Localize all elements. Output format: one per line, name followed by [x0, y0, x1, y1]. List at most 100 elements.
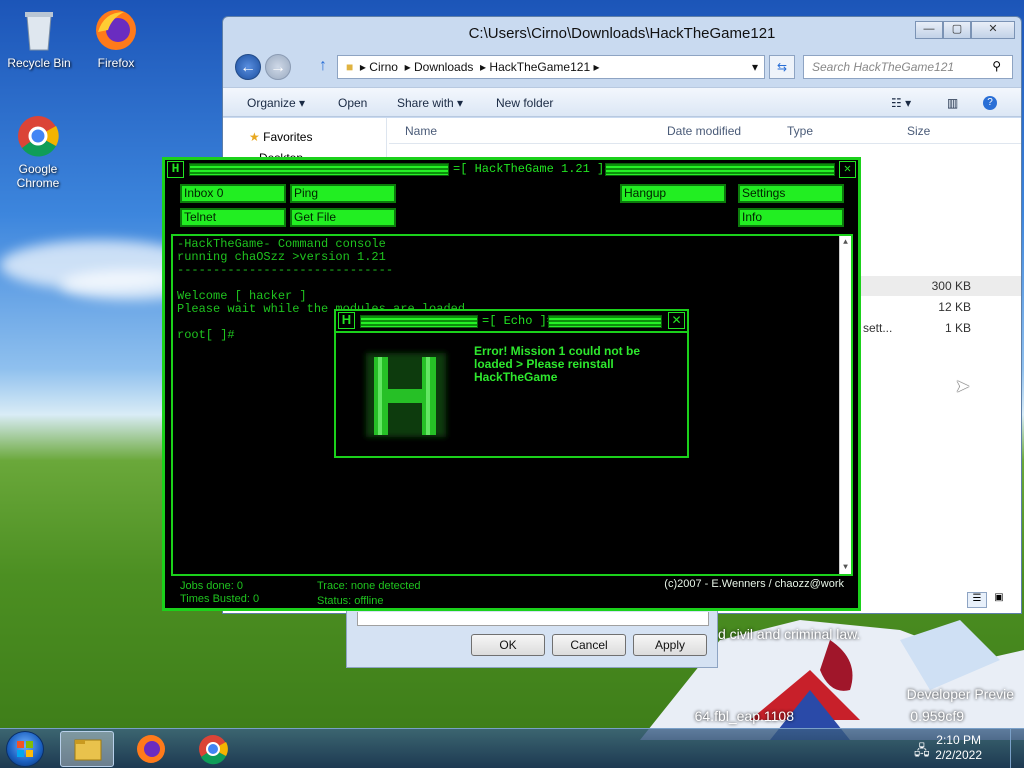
properties-field [357, 612, 709, 626]
hackthegame-logo-icon [366, 353, 446, 437]
file-size: 1 KB [944, 321, 971, 335]
inbox-button[interactable]: Inbox 0 [180, 184, 286, 203]
open-button[interactable]: Open [338, 96, 367, 110]
column-headers: Name Date modified Type Size [389, 118, 1021, 144]
close-button[interactable]: ✕ [971, 21, 1015, 39]
connection-status: Status: offline [317, 595, 384, 607]
hangup-button[interactable]: Hangup [620, 184, 726, 203]
watermark-line: 64.fbl_eap.1108 [694, 708, 794, 724]
large-icons-view-icon[interactable]: ▣ [989, 592, 1009, 608]
minimize-button[interactable]: — [915, 21, 943, 39]
scroll-down-icon[interactable]: ▼ [840, 563, 851, 572]
clock-time: 2:10 PM [936, 733, 981, 747]
refresh-button[interactable]: ⇆ [769, 55, 795, 79]
desktop-icon-firefox[interactable]: Firefox [78, 8, 154, 70]
explorer-toolbar: Organize ▾ Open Share with ▾ New folder … [223, 87, 1021, 117]
echo-title: =[ Echo ]= [478, 313, 559, 329]
organize-button[interactable]: Organize ▾ [247, 96, 305, 110]
taskbar-chrome[interactable] [186, 731, 240, 767]
htg-close-icon[interactable]: ✕ [839, 161, 856, 178]
maximize-button[interactable]: ▢ [943, 21, 971, 39]
trace-status: Trace: none detected [317, 580, 421, 592]
breadcrumb-item[interactable]: Cirno [369, 60, 398, 74]
file-size: 12 KB [938, 300, 971, 314]
properties-dialog: OK Cancel Apply [346, 608, 718, 668]
htg-title: =[ HackTheGame 1.21 ]= [449, 161, 616, 177]
echo-titlebar[interactable]: H =[ Echo ]= ✕ [336, 311, 687, 333]
explorer-title: C:\Users\Cirno\Downloads\HackTheGame121 [468, 25, 776, 42]
breadcrumb-item[interactable]: Downloads [414, 60, 473, 74]
column-name[interactable]: Name [405, 124, 437, 138]
htg-titlebar[interactable]: H =[ HackTheGame 1.21 ]= ✕ [165, 160, 858, 179]
console-line: ------------------------------ [177, 263, 394, 277]
console-line: -HackTheGame- Command console [177, 237, 386, 251]
address-bar[interactable]: ■ ▸ Cirno ▸ Downloads ▸ HackTheGame121 ▸… [337, 55, 765, 79]
system-clock[interactable]: 2:10 PM 2/2/2022 [935, 733, 982, 763]
column-size[interactable]: Size [907, 124, 930, 138]
view-options-icon[interactable]: ☷ ▾ [891, 96, 911, 110]
console-line: Welcome [ hacker ] [177, 289, 307, 303]
file-name: sett... [863, 321, 893, 335]
favorites-label: Favorites [263, 130, 313, 144]
taskbar: 🖧 2:10 PM 2/2/2022 [0, 728, 1024, 768]
desktop-icon-label: Google Chrome [16, 162, 60, 190]
mouse-cursor-icon: ➤ [955, 376, 971, 396]
echo-dialog: H =[ Echo ]= ✕ Error! Mission 1 could no… [334, 309, 689, 458]
settings-button[interactable]: Settings [738, 184, 844, 203]
firefox-icon [137, 735, 165, 763]
taskbar-explorer[interactable] [60, 731, 114, 767]
desktop-icon-recycle-bin[interactable]: Recycle Bin [1, 8, 77, 70]
ping-button[interactable]: Ping [290, 184, 396, 203]
ok-button[interactable]: OK [471, 634, 545, 656]
search-icon[interactable]: ⚲ [992, 59, 1001, 73]
get-file-button[interactable]: Get File [290, 208, 396, 227]
chrome-icon [199, 735, 228, 765]
windows-logo-icon [17, 741, 33, 757]
folder-icon [74, 739, 102, 761]
apply-button[interactable]: Apply [633, 634, 707, 656]
title-stripe [189, 163, 449, 176]
times-busted: Times Busted: 0 [180, 593, 260, 605]
echo-close-icon[interactable]: ✕ [668, 312, 685, 329]
recycle-bin-icon [17, 8, 61, 52]
folder-icon: ■ [346, 60, 354, 74]
chrome-icon [16, 114, 60, 158]
preview-pane-icon[interactable]: ▥ [947, 96, 958, 110]
desktop-icon-label: Recycle Bin [7, 56, 71, 70]
new-folder-button[interactable]: New folder [496, 96, 553, 110]
forward-button[interactable]: → [265, 54, 291, 80]
echo-message: Error! Mission 1 could not be loaded > P… [474, 344, 641, 384]
taskbar-firefox[interactable] [124, 731, 178, 767]
details-view-icon[interactable]: ☰ [967, 592, 987, 608]
clock-date: 2/2/2022 [935, 748, 982, 762]
share-with-button[interactable]: Share with ▾ [397, 96, 463, 110]
column-date-modified[interactable]: Date modified [667, 124, 741, 138]
network-icon[interactable]: 🖧 [914, 740, 930, 764]
console-line: running chaOSzz >version 1.21 [177, 250, 386, 264]
desktop-icon-label: Firefox [97, 56, 135, 70]
chevron-down-icon[interactable]: ▾ [752, 56, 758, 78]
console-scrollbar[interactable]: ▲ ▼ [839, 236, 851, 574]
search-input[interactable]: Search HackTheGame121 [803, 55, 1013, 79]
telnet-button[interactable]: Telnet [180, 208, 286, 227]
cancel-button[interactable]: Cancel [552, 634, 626, 656]
scroll-up-icon[interactable]: ▲ [840, 238, 851, 247]
window-buttons: — ▢ ✕ [915, 21, 1015, 39]
start-button[interactable] [6, 731, 44, 767]
firefox-icon [94, 8, 138, 52]
echo-logo-icon: H [338, 312, 355, 329]
info-button[interactable]: Info [738, 208, 844, 227]
jobs-done: Jobs done: 0 [180, 580, 243, 592]
star-icon: ★ [249, 130, 260, 144]
watermark-line: 0.959cf9 [910, 708, 964, 724]
help-icon[interactable]: ? [983, 96, 997, 110]
breadcrumb-item[interactable]: HackTheGame121 [489, 60, 590, 74]
desktop-icon-chrome[interactable]: Google Chrome [0, 114, 76, 190]
up-arrow-icon[interactable]: ↑ [319, 57, 327, 75]
address-row: ← → ↑ ■ ▸ Cirno ▸ Downloads ▸ HackTheGam… [231, 53, 1015, 81]
favorites-item[interactable]: ★ Favorites [249, 130, 312, 144]
column-type[interactable]: Type [787, 124, 813, 138]
back-button[interactable]: ← [235, 54, 261, 80]
show-desktop-button[interactable] [1010, 729, 1024, 768]
title-stripe [360, 315, 478, 328]
